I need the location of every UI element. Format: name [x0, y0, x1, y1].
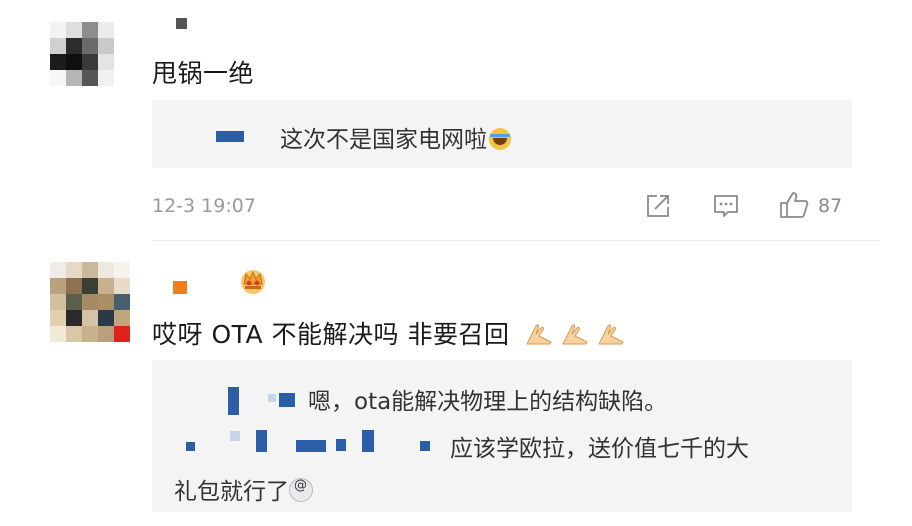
avatar-user-1[interactable] [50, 22, 114, 86]
reply-username-redacted[interactable] [420, 441, 430, 451]
reply-username-redacted[interactable] [362, 430, 374, 452]
reply-box-2[interactable]: 嗯，ota能解决物理上的结构缺陷。 应该学欧拉，送价值七千的大 礼包就行了 [152, 360, 852, 512]
timestamp-1: 12-3 19:07 [152, 195, 256, 217]
comment-divider [152, 240, 880, 241]
like-count-1: 87 [818, 195, 843, 217]
reply-username-redacted[interactable] [296, 440, 326, 452]
reply-username-redacted[interactable] [279, 393, 295, 407]
clapping-hands-emoji-icon [526, 324, 552, 345]
reply-username-redacted[interactable] [268, 394, 276, 402]
reply-text-1-content: 这次不是国家电网啦 [280, 127, 487, 153]
reply-text-2b-line1: 应该学欧拉，送价值七千的大 [450, 436, 749, 462]
reply-box-1[interactable]: 这次不是国家电网啦 [152, 100, 852, 168]
username-redacted-1[interactable] [176, 18, 187, 29]
avatar-user-2[interactable] [50, 262, 130, 342]
share-icon[interactable] [645, 193, 671, 219]
reply-text-2a: 嗯，ota能解决物理上的结构缺陷。 [308, 389, 668, 415]
crown-badge-icon[interactable] [237, 266, 269, 296]
reply-username-redacted[interactable] [186, 442, 195, 451]
dizzy-face-emoji-icon [289, 478, 313, 502]
reply-username-redacted[interactable] [256, 430, 267, 452]
reply-username-redacted[interactable] [228, 387, 239, 415]
like-thumb-icon[interactable] [778, 190, 810, 220]
comment-text-2: 哎呀 OTA 不能解决吗 非要召回 [152, 315, 626, 351]
reply-username-redacted[interactable] [336, 439, 346, 451]
comment-icon[interactable] [712, 193, 740, 219]
reply-username-redacted[interactable] [230, 431, 240, 441]
reply-text-1: 这次不是国家电网啦 [280, 120, 511, 154]
comment-text-2-content: 哎呀 OTA 不能解决吗 非要召回 [152, 320, 510, 349]
username-redacted-2[interactable] [173, 281, 187, 294]
reply-text-2b-line2-content: 礼包就行了 [174, 479, 289, 505]
laughing-tears-emoji-icon [489, 128, 511, 150]
comment-text-1: 甩锅一绝 [152, 59, 255, 88]
clapping-hands-emoji-icon [598, 324, 624, 345]
clapping-hands-emoji-icon [562, 324, 588, 345]
reply-text-2b-line2: 礼包就行了 [174, 472, 313, 506]
reply-username-redacted[interactable] [216, 131, 244, 142]
